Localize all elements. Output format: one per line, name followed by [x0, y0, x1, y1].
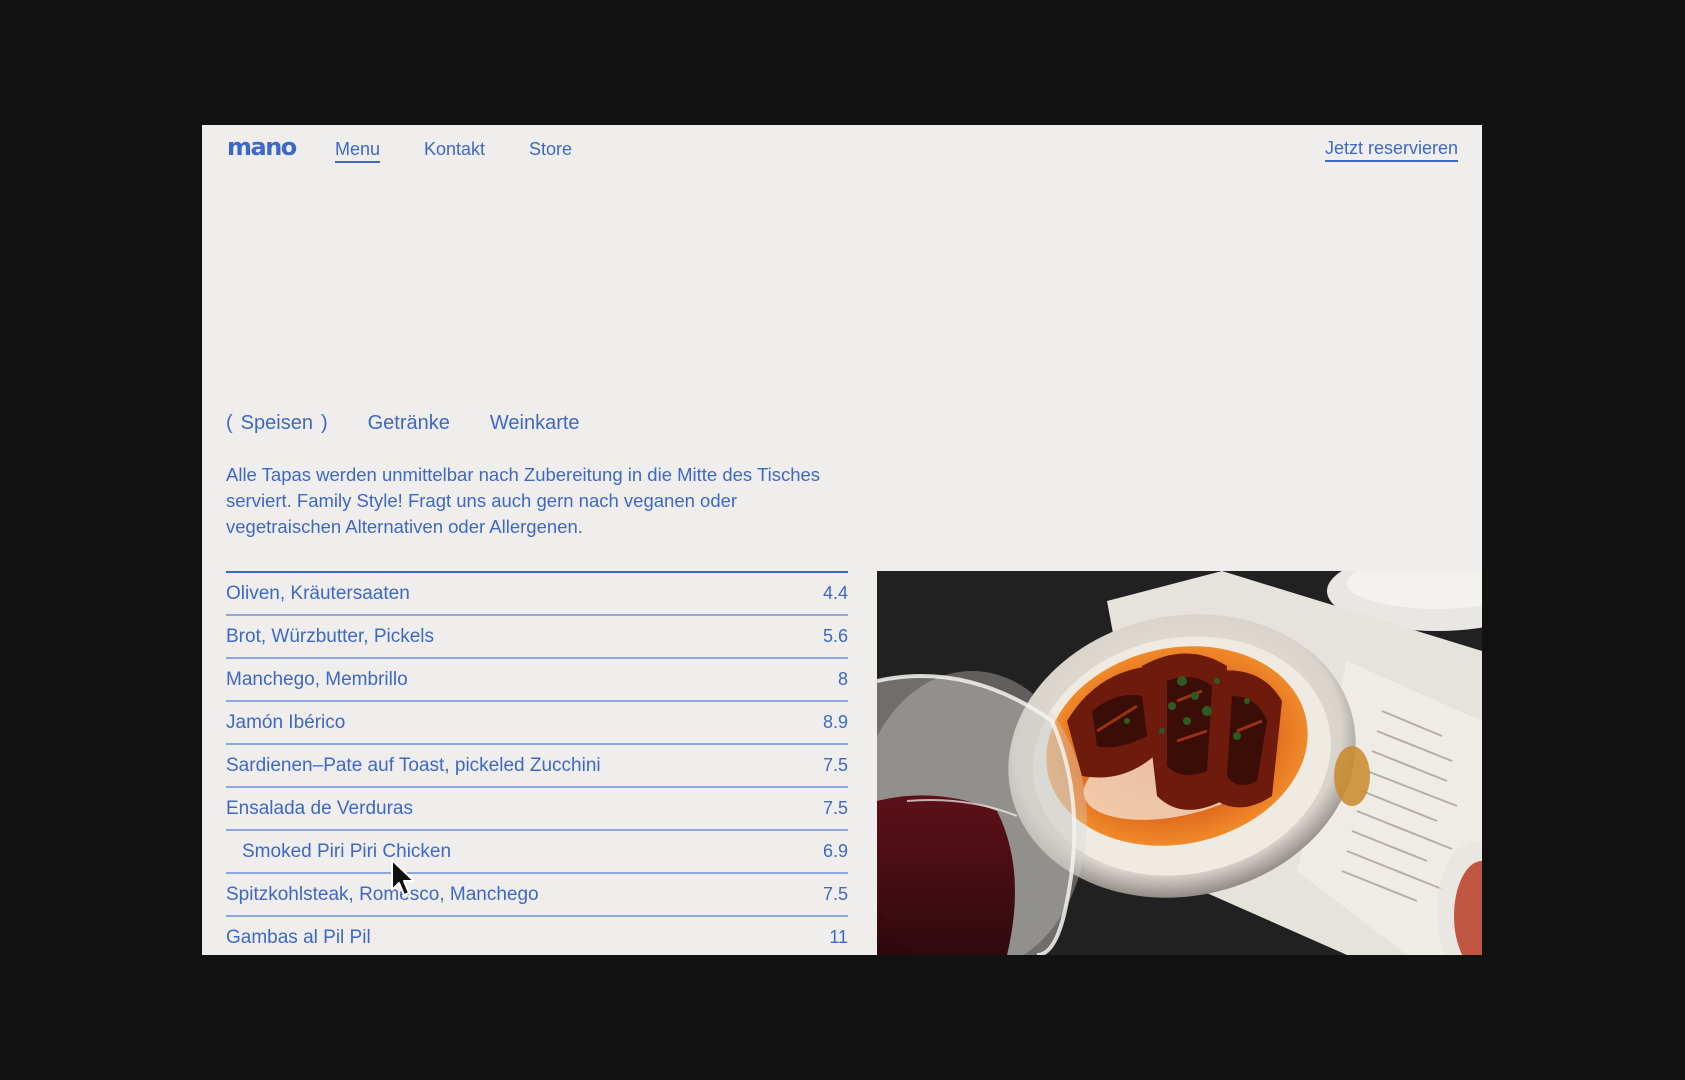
menu-item-name: Sardienen–Pate auf Toast, pickeled Zucch…	[226, 754, 601, 776]
brand-logo[interactable]: mano	[227, 133, 297, 161]
tab-getraenke[interactable]: Getränke	[368, 412, 450, 435]
reserve-button[interactable]: Jetzt reservieren	[1324, 138, 1458, 162]
menu-item-row[interactable]: Oliven, Kräutersaaten 4.4	[226, 573, 848, 616]
menu-item-name: Brot, Würzbutter, Pickels	[226, 625, 435, 647]
active-tab-paren-close: )	[320, 412, 328, 434]
menu-item-row[interactable]: Ensalada de Verduras 7.5	[226, 788, 848, 831]
nav-link-kontakt[interactable]: Kontakt	[424, 139, 485, 160]
menu-item-row[interactable]: Jamón Ibérico 8.9	[226, 702, 848, 745]
menu-item-price: 7.5	[822, 884, 848, 904]
menu-item-price: 11	[829, 927, 848, 947]
menu-item-price: 4.4	[822, 583, 848, 603]
tab-speisen-label: Speisen	[240, 412, 313, 434]
menu-item-price: 6.9	[822, 841, 848, 861]
menu-item-name: Oliven, Kräutersaaten	[226, 582, 410, 604]
menu-item-price: 8	[837, 669, 848, 689]
menu-item-name: Spitzkohlsteak, Romesco, Manchego	[226, 883, 539, 905]
menu-item-row[interactable]: Sardienen–Pate auf Toast, pickeled Zucch…	[226, 745, 848, 788]
menu-item-name: Jamón Ibérico	[226, 711, 346, 733]
menu-item-price: 8.9	[822, 712, 848, 732]
menu-item-name: Manchego, Membrillo	[226, 668, 408, 690]
menu-item-name: Ensalada de Verduras	[226, 797, 413, 819]
top-navigation: mano Menu Kontakt Store Jetzt reserviere…	[202, 125, 1482, 175]
menu-item-price: 5.6	[822, 626, 848, 646]
menu-item-row[interactable]: Manchego, Membrillo 8	[226, 659, 848, 702]
nav-link-store[interactable]: Store	[529, 139, 572, 160]
tab-speisen[interactable]: ( Speisen)	[226, 412, 328, 435]
menu-item-price: 7.5	[822, 755, 848, 775]
menu-item-row[interactable]: Spitzkohlsteak, Romesco, Manchego 7.5	[226, 874, 848, 917]
menu-item-list: Oliven, Kräutersaaten 4.4 Brot, Würzbutt…	[226, 571, 848, 955]
menu-item-name: Smoked Piri Piri Chicken	[242, 840, 452, 862]
menu-item-name: Gambas al Pil Pil	[226, 926, 371, 948]
menu-item-row[interactable]: Brot, Würzbutter, Pickels 5.6	[226, 616, 848, 659]
menu-item-row-hovered[interactable]: Smoked Piri Piri Chicken 6.9	[226, 831, 848, 874]
menu-item-row[interactable]: Gambas al Pil Pil 11	[226, 917, 848, 955]
food-photo	[877, 571, 1482, 955]
menu-item-price: 7.5	[822, 798, 848, 818]
tab-weinkarte[interactable]: Weinkarte	[490, 412, 580, 435]
browser-viewport: mano Menu Kontakt Store Jetzt reserviere…	[202, 125, 1482, 955]
menu-intro-text: Alle Tapas werden unmittelbar nach Zuber…	[226, 464, 821, 537]
nav-link-menu[interactable]: Menu	[335, 139, 381, 163]
food-photo-illustration	[877, 571, 1482, 955]
menu-category-tabs: ( Speisen) Getränke Weinkarte	[226, 412, 580, 435]
active-tab-paren-open: (	[226, 412, 233, 434]
